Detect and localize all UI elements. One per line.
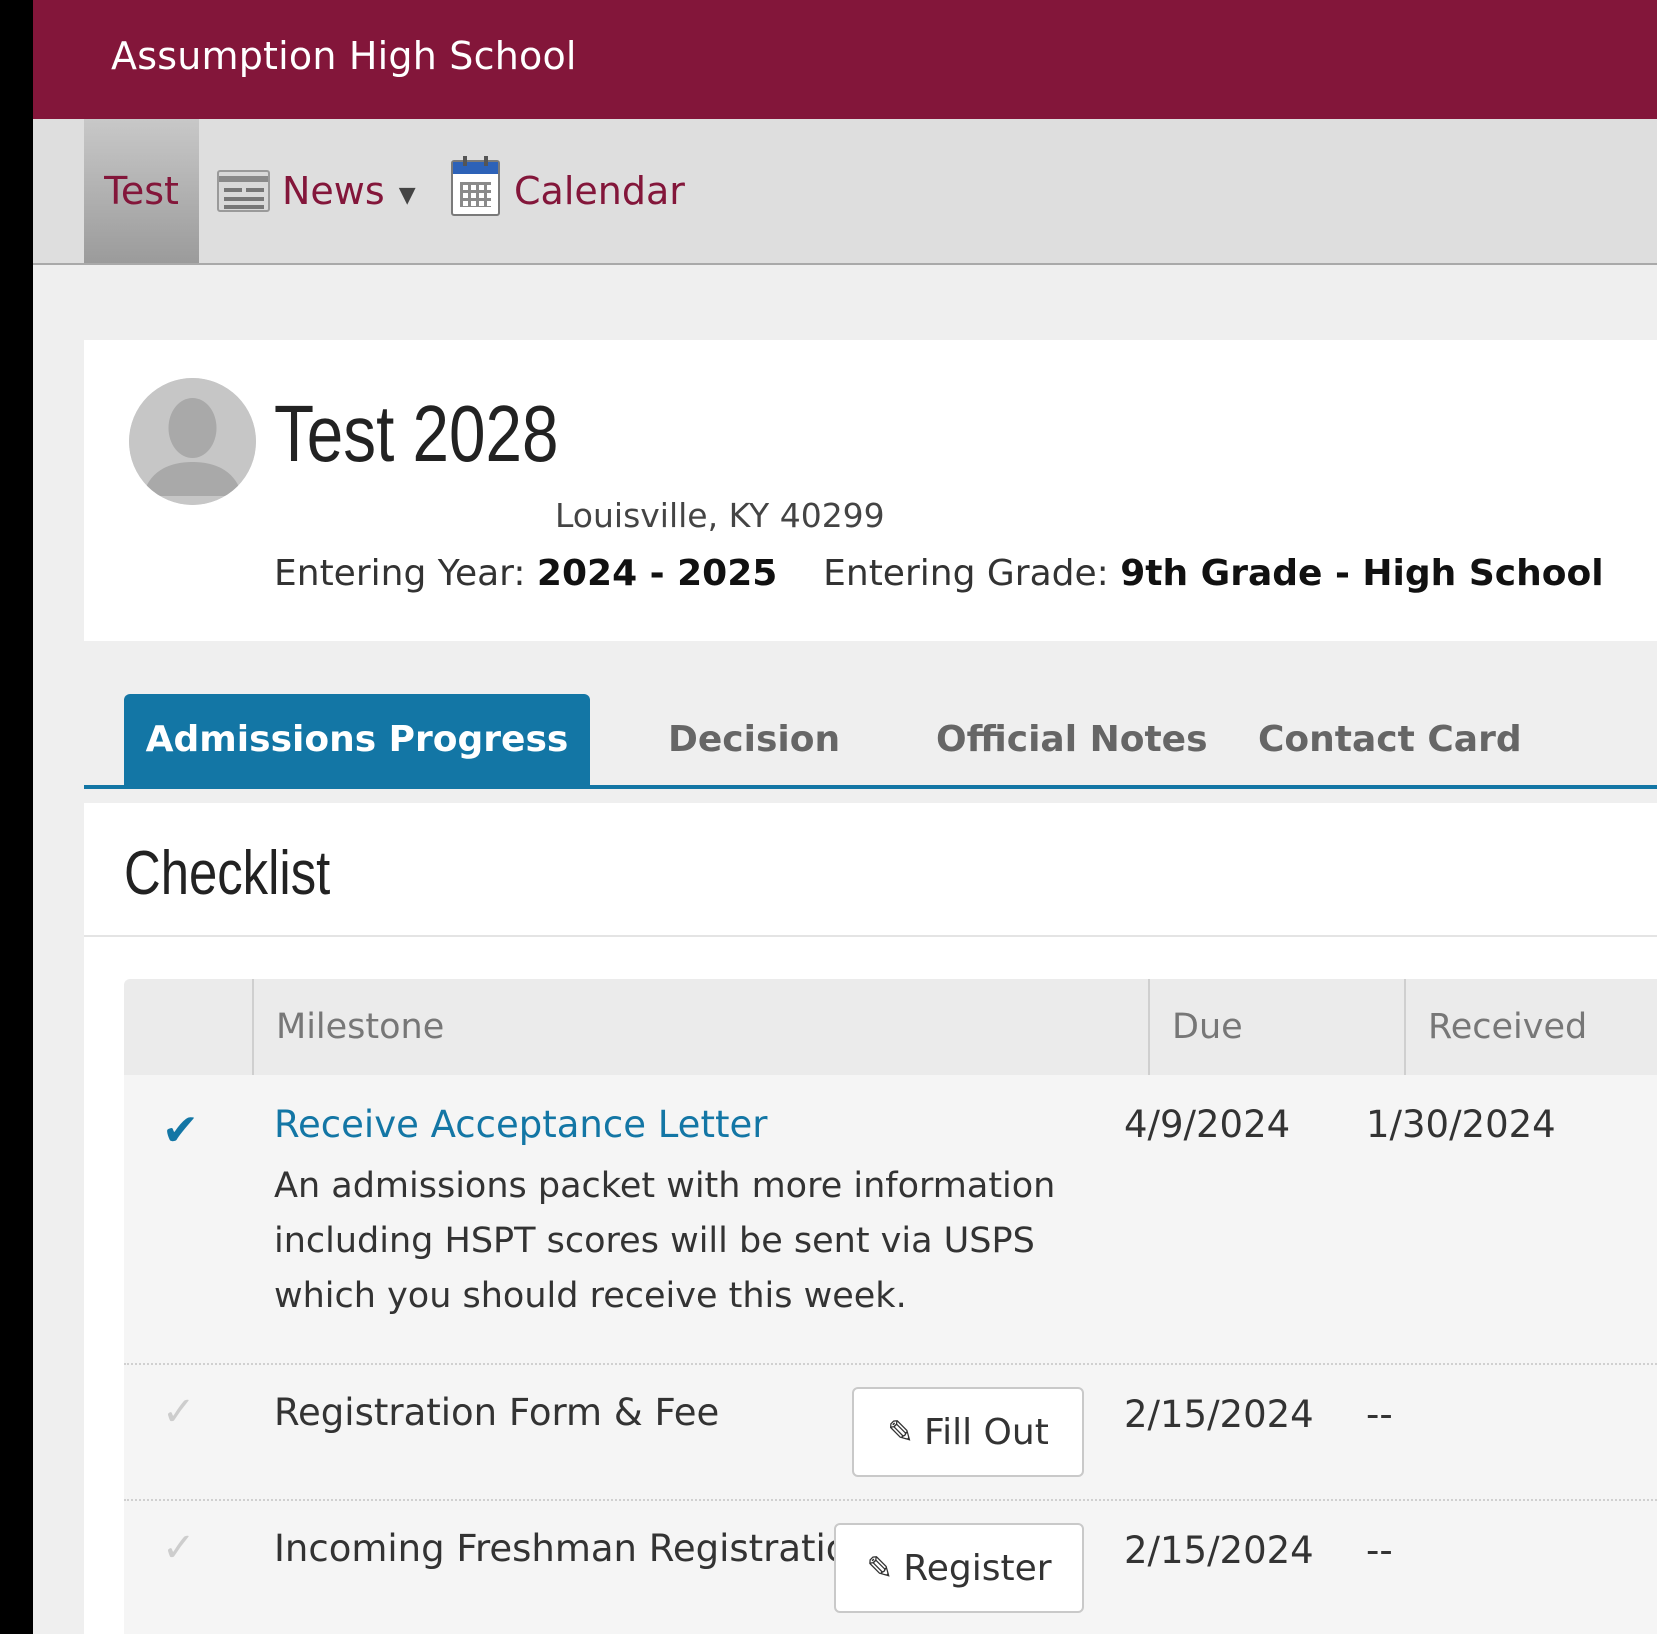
checkmark-icon: ✔ bbox=[162, 1105, 199, 1156]
column-header-milestone: Milestone bbox=[252, 979, 1148, 1075]
column-header-status bbox=[124, 979, 252, 1075]
tab-admissions-progress[interactable]: Admissions Progress bbox=[124, 694, 590, 785]
due-date: 2/15/2024 bbox=[1124, 1393, 1314, 1436]
table-row: ✓ Registration Form & Fee ✎ Fill Out 2/1… bbox=[124, 1365, 1657, 1501]
nav-item-label: Calendar bbox=[514, 169, 685, 213]
checkmark-outline-icon: ✓ bbox=[162, 1525, 196, 1571]
fill-out-button[interactable]: ✎ Fill Out bbox=[852, 1387, 1084, 1477]
profile-card: Test 2028 Louisville, KY 40299 Entering … bbox=[84, 340, 1657, 641]
student-name: Test 2028 bbox=[274, 389, 559, 478]
nav-item-test[interactable]: Test bbox=[84, 119, 199, 263]
column-header-due: Due bbox=[1148, 979, 1404, 1075]
milestone-title: Registration Form & Fee bbox=[274, 1391, 720, 1434]
due-date: 4/9/2024 bbox=[1124, 1103, 1291, 1146]
button-label: Fill Out bbox=[924, 1411, 1049, 1453]
app-frame: Assumption High School Test News ▼ Calen… bbox=[33, 0, 1657, 1634]
received-date: -- bbox=[1366, 1529, 1393, 1572]
nav-item-label: News bbox=[282, 169, 385, 213]
person-silhouette-icon bbox=[129, 378, 256, 505]
received-date: -- bbox=[1366, 1393, 1393, 1436]
received-date: 1/30/2024 bbox=[1366, 1103, 1556, 1146]
student-location: Louisville, KY 40299 bbox=[555, 496, 885, 535]
tab-official-notes[interactable]: Official Notes bbox=[936, 694, 1208, 785]
tab-decision[interactable]: Decision bbox=[668, 694, 840, 785]
entering-year-value: 2024 - 2025 bbox=[536, 553, 778, 594]
calendar-icon bbox=[451, 156, 500, 216]
entering-year-label: Entering Year: bbox=[274, 553, 526, 594]
school-name[interactable]: Assumption High School bbox=[111, 34, 577, 78]
edit-icon: ✎ bbox=[887, 1413, 914, 1451]
tab-contact-card[interactable]: Contact Card bbox=[1258, 694, 1522, 785]
due-date: 2/15/2024 bbox=[1124, 1529, 1314, 1572]
top-header: Assumption High School bbox=[33, 0, 1657, 119]
checklist-title: Checklist bbox=[124, 839, 331, 908]
checklist-panel: Checklist Milestone Due Received ✔ Recei… bbox=[84, 803, 1657, 1634]
checkmark-outline-icon: ✓ bbox=[162, 1389, 196, 1435]
tab-bar: Admissions Progress Decision Official No… bbox=[84, 694, 1657, 789]
student-meta: Entering Year: 2024 - 2025 Entering Grad… bbox=[274, 553, 1604, 594]
nav-item-news[interactable]: News ▼ bbox=[217, 119, 416, 263]
milestone-title: Incoming Freshman Registration bbox=[274, 1527, 872, 1570]
edit-icon: ✎ bbox=[866, 1549, 894, 1587]
newspaper-icon bbox=[217, 170, 270, 212]
entering-grade-label: Entering Grade: bbox=[823, 553, 1109, 594]
caret-down-icon[interactable]: ▼ bbox=[399, 183, 416, 208]
nav-item-calendar[interactable]: Calendar bbox=[451, 119, 685, 263]
entering-grade-value: 9th Grade - High School bbox=[1120, 553, 1604, 594]
column-header-received: Received bbox=[1404, 979, 1657, 1075]
button-label: Register bbox=[903, 1547, 1052, 1589]
table-row: ✔ Receive Acceptance Letter An admission… bbox=[124, 1075, 1657, 1365]
milestone-link[interactable]: Receive Acceptance Letter bbox=[274, 1103, 767, 1146]
nav-bar: Test News ▼ Calendar bbox=[33, 119, 1657, 265]
milestone-description: An admissions packet with more informati… bbox=[274, 1166, 1056, 1316]
register-button[interactable]: ✎ Register bbox=[834, 1523, 1084, 1613]
table-row: ✓ Incoming Freshman Registration ✎ Regis… bbox=[124, 1501, 1657, 1634]
nav-item-label: Test bbox=[104, 169, 179, 213]
table-header: Milestone Due Received bbox=[124, 979, 1657, 1075]
divider bbox=[84, 935, 1657, 937]
avatar bbox=[129, 378, 256, 505]
